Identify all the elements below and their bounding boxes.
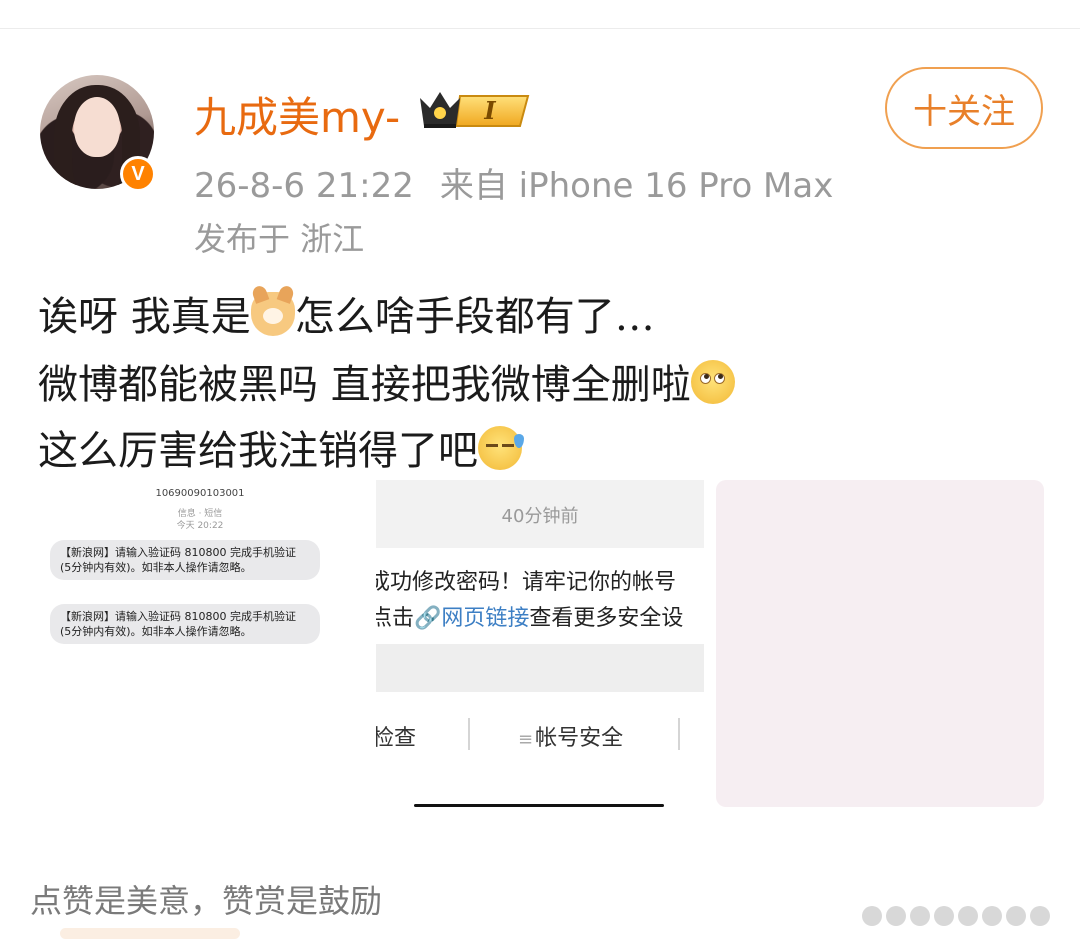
notice-bottom-bar: 检查 ≡帐号安全 xyxy=(376,692,704,807)
dog-emoji-icon xyxy=(250,292,295,336)
tab-separator xyxy=(468,718,470,750)
sms-bubble: 【新浪网】请输入验证码 810800 完成手机验证 (5分钟内有效)。如非本人操… xyxy=(50,540,320,580)
post-text-segment: 微博都能被黑吗 直接把我微博全删啦 xyxy=(38,362,691,408)
eye-roll-emoji-icon xyxy=(690,360,735,404)
notice-text-segment: 点击 xyxy=(376,606,415,631)
tipper-avatar xyxy=(958,906,978,926)
emoji-eye xyxy=(713,373,725,384)
home-indicator xyxy=(414,804,664,807)
tipper-avatar xyxy=(982,906,1002,926)
post-meta: 26-8-6 21:22 来自 iPhone 16 Pro Max xyxy=(194,158,833,207)
notice-text-segment: 查看更多安全设 xyxy=(529,606,684,631)
notice-time: 40分钟前 xyxy=(501,506,579,527)
account-security-label: 帐号安全 xyxy=(535,726,624,751)
post-image-1[interactable]: 10690090103001 信息 · 短信 今天 20:22 【新浪网】请输入… xyxy=(36,480,364,807)
tipper-avatar xyxy=(886,906,906,926)
sms-date: 信息 · 短信 今天 20:22 xyxy=(36,508,364,532)
post-image-2[interactable]: 40分钟前 成功修改密码！请牢记你的帐号 点击🔗网页链接查看更多安全设 检查 ≡… xyxy=(376,480,704,807)
tipper-avatar xyxy=(1030,906,1050,926)
account-security-tab: ≡帐号安全 xyxy=(518,720,623,752)
menu-lines-icon: ≡ xyxy=(518,729,534,750)
post-image-3[interactable] xyxy=(716,480,1044,807)
tipper-avatar xyxy=(1006,906,1026,926)
check-tab: 检查 xyxy=(376,726,417,751)
sweat-emoji-icon xyxy=(478,426,524,470)
sms-sender: 10690090103001 xyxy=(155,488,245,499)
notice-card: 成功修改密码！请牢记你的帐号 点击🔗网页链接查看更多安全设 xyxy=(376,548,704,644)
sweat-drop xyxy=(514,434,524,448)
avatar-face-shape xyxy=(74,97,120,157)
tipper-avatar xyxy=(910,906,930,926)
sms-bubble: 【新浪网】请输入验证码 810800 完成手机验证 (5分钟内有效)。如非本人操… xyxy=(50,604,320,644)
member-level-text: I xyxy=(483,96,496,125)
emoji-eye-line xyxy=(486,444,498,447)
sms-date-line2: 今天 20:22 xyxy=(176,521,224,531)
emoji-eye-line xyxy=(502,444,514,447)
post-text-segment: 诶呀 我真是 xyxy=(38,294,251,340)
notice-text-line-1: 成功修改密码！请牢记你的帐号 xyxy=(376,570,677,595)
top-divider xyxy=(0,28,1080,29)
emoji-eye xyxy=(699,373,711,384)
author-name[interactable]: 九成美my- xyxy=(194,84,400,145)
post-source: 来自 iPhone 16 Pro Max xyxy=(439,166,834,206)
post-text-segment: 怎么啥手段都有了… xyxy=(294,294,655,340)
post-text-segment: 这么厉害给我注销得了吧 xyxy=(38,428,478,474)
post-text-line-2: 微博都能被黑吗 直接把我微博全删啦 xyxy=(38,352,735,410)
reward-button-edge[interactable] xyxy=(60,928,240,939)
sms-date-line1: 信息 · 短信 xyxy=(177,509,223,519)
notice-text-line-2: 点击🔗网页链接查看更多安全设 xyxy=(376,600,683,632)
post-text-line-3: 这么厉害给我注销得了吧 xyxy=(38,418,524,476)
tipper-avatar xyxy=(934,906,954,926)
post-text-line-1: 诶呀 我真是 怎么啥手段都有了… xyxy=(38,284,655,342)
member-crown-icon[interactable]: I xyxy=(416,86,534,132)
verified-badge-icon: V xyxy=(120,156,156,192)
tab-separator xyxy=(678,718,680,750)
notice-time-area: 40分钟前 xyxy=(376,480,704,548)
post-datetime[interactable]: 26-8-6 21:22 xyxy=(194,166,414,206)
dog-face xyxy=(262,308,283,324)
tipper-avatar xyxy=(862,906,882,926)
reward-text: 点赞是美意，赞赏是鼓励 xyxy=(30,882,383,920)
follow-button[interactable]: 十关注 xyxy=(885,67,1043,149)
post-location: 发布于 浙江 xyxy=(194,220,365,258)
web-link: 🔗网页链接 xyxy=(414,606,530,631)
tipper-avatars[interactable] xyxy=(862,906,1072,926)
notice-grey-band xyxy=(376,644,704,692)
